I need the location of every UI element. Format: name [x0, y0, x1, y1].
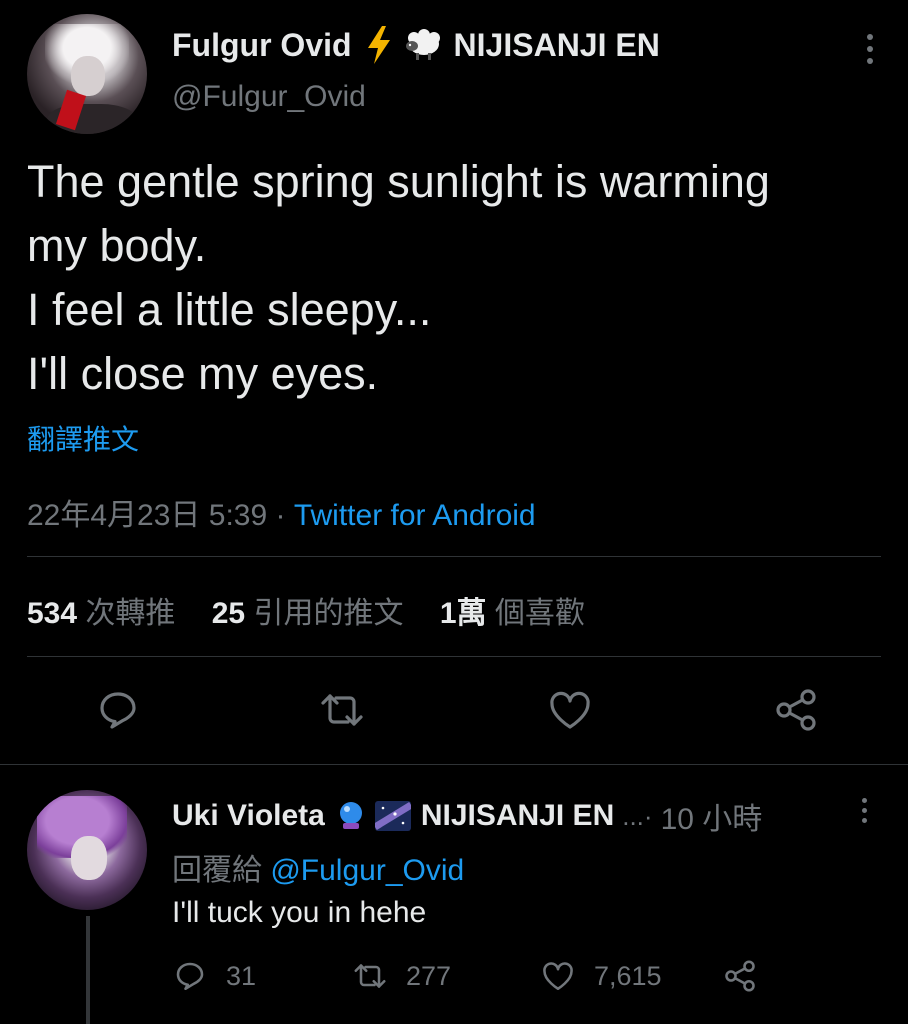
sheep-icon [405, 29, 440, 60]
share-icon [725, 960, 755, 992]
author-name[interactable]: Fulgur Ovid [172, 27, 352, 64]
reply-retweet-action[interactable]: 277 [352, 958, 451, 994]
retweets-label: 次轉推 [85, 597, 176, 630]
meta-separator: · [275, 499, 286, 532]
crystal-ball-icon [339, 802, 362, 829]
tweet-timestamp[interactable]: 22年4月23日 5:39 [27, 499, 267, 532]
divider [27, 556, 881, 557]
tweet-text-line: I'll close my eyes. [27, 348, 379, 399]
reply-count: 31 [226, 960, 257, 991]
retweet-count: 277 [406, 960, 452, 991]
retweets-stat[interactable]: 534 次轉推 [27, 597, 175, 630]
more-options-icon[interactable] [866, 34, 874, 68]
replying-to-mention[interactable]: @Fulgur_Ovid [270, 854, 464, 887]
retweet-icon[interactable] [318, 686, 366, 734]
share-icon[interactable] [772, 686, 820, 734]
author-name-line[interactable]: Fulgur Ovid NIJISANJI EN [172, 26, 660, 64]
author-handle[interactable]: @Fulgur_Ovid [172, 80, 366, 114]
reply-text: I'll tuck you in hehe [172, 896, 427, 929]
quotes-label: 引用的推文 [253, 597, 404, 630]
likes-count: 1萬 [439, 597, 487, 630]
likes-stat[interactable]: 1萬 個喜歡 [440, 597, 585, 630]
avatar-face [71, 836, 107, 880]
divider [27, 656, 881, 657]
tweet-meta: 22年4月23日 5:39 · Twitter for Android [27, 490, 536, 534]
tweet-client-link[interactable]: Twitter for Android [294, 499, 536, 532]
quotes-count: 25 [211, 597, 246, 630]
reply-share-action[interactable] [722, 958, 776, 994]
translate-tweet-link[interactable]: 翻譯推文 [27, 418, 139, 458]
reply-header-ellipsis: ...· [622, 800, 653, 831]
avatar-face [71, 56, 105, 96]
lightning-icon [367, 26, 390, 64]
milky-way-icon [374, 801, 411, 831]
tweet-text-line: The gentle spring sunlight is warming [27, 156, 770, 207]
retweets-count: 534 [27, 597, 78, 630]
tweet-text-line: my body. [27, 220, 207, 271]
reply-icon[interactable] [94, 686, 142, 734]
replying-to: 回覆給 @Fulgur_Ovid [172, 845, 464, 889]
tweet-stats: 534 次轉推 25 引用的推文 1萬 個喜歡 [27, 588, 613, 632]
like-icon [543, 962, 573, 991]
reply-header[interactable]: Uki Violeta NIJISANJI EN ...· 10 小時 [172, 794, 762, 838]
replying-to-label: 回覆給 [172, 854, 262, 887]
tweet-text-line: I feel a little sleepy... [27, 284, 432, 335]
reply-time[interactable]: 10 小時 [661, 794, 763, 838]
reply-icon [176, 962, 204, 991]
reply-author-avatar[interactable] [27, 790, 147, 910]
like-icon[interactable] [546, 686, 594, 734]
author-affiliation: NIJISANJI EN [453, 26, 660, 63]
reply-author-name[interactable]: Uki Violeta [172, 799, 325, 833]
section-divider [0, 764, 908, 765]
like-count: 7,615 [594, 960, 662, 991]
reply-reply-action[interactable]: 31 [172, 958, 256, 994]
reply-author-affiliation: NIJISANJI EN [420, 799, 615, 832]
author-avatar[interactable] [27, 14, 147, 134]
reply-more-options-icon[interactable] [860, 798, 868, 828]
tweet-text: The gentle spring sunlight is warming my… [27, 150, 877, 406]
quotes-stat[interactable]: 25 引用的推文 [212, 597, 404, 630]
retweet-icon [354, 964, 386, 988]
reply-like-action[interactable]: 7,615 [540, 958, 662, 994]
thread-line [86, 916, 90, 1024]
likes-label: 個喜歡 [494, 597, 585, 630]
